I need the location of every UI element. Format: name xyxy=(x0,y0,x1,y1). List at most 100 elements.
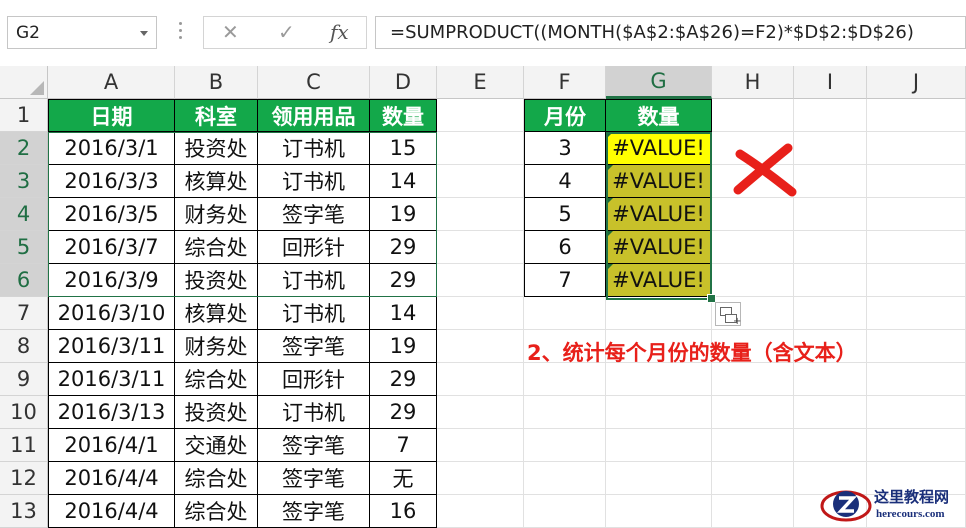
dept-cell[interactable]: 综合处 xyxy=(175,231,258,264)
empty-cell[interactable] xyxy=(794,363,867,396)
column-header-f[interactable]: F xyxy=(524,66,606,99)
date-cell[interactable]: 2016/3/11 xyxy=(48,330,175,363)
qty-cell[interactable]: 14 xyxy=(370,297,437,330)
table-header-item[interactable]: 领用用品 xyxy=(258,99,370,132)
empty-cell[interactable] xyxy=(712,363,794,396)
empty-cell[interactable] xyxy=(437,165,524,198)
empty-cell[interactable] xyxy=(867,264,966,297)
empty-cell[interactable] xyxy=(867,132,966,165)
empty-cell[interactable] xyxy=(794,396,867,429)
row-header-1[interactable]: 1 xyxy=(0,99,48,132)
date-cell[interactable]: 2016/3/7 xyxy=(48,231,175,264)
dept-cell[interactable]: 投资处 xyxy=(175,264,258,297)
table-header-qty[interactable]: 数量 xyxy=(370,99,437,132)
chevron-down-icon[interactable] xyxy=(140,31,148,36)
empty-cell[interactable] xyxy=(867,231,966,264)
empty-cell[interactable] xyxy=(867,330,966,363)
empty-cell[interactable] xyxy=(437,462,524,495)
item-cell[interactable]: 回形针 xyxy=(258,231,370,264)
summary-header-qty[interactable]: 数量 xyxy=(606,99,712,132)
empty-cell[interactable] xyxy=(437,363,524,396)
column-header-g[interactable]: G xyxy=(606,66,712,99)
qty-cell[interactable]: 29 xyxy=(370,231,437,264)
item-cell[interactable]: 订书机 xyxy=(258,132,370,165)
item-cell[interactable]: 签字笔 xyxy=(258,330,370,363)
item-cell[interactable]: 回形针 xyxy=(258,363,370,396)
column-header-j[interactable]: J xyxy=(867,66,966,99)
dept-cell[interactable]: 投资处 xyxy=(175,132,258,165)
empty-cell[interactable] xyxy=(606,495,712,528)
empty-cell[interactable] xyxy=(712,396,794,429)
empty-cell[interactable] xyxy=(867,429,966,462)
date-cell[interactable]: 2016/3/11 xyxy=(48,363,175,396)
month-cell[interactable]: 6 xyxy=(524,231,606,264)
table-header-dept[interactable]: 科室 xyxy=(175,99,258,132)
empty-cell[interactable] xyxy=(606,297,712,330)
empty-cell[interactable] xyxy=(794,264,867,297)
empty-cell[interactable] xyxy=(524,363,606,396)
dept-cell[interactable]: 综合处 xyxy=(175,363,258,396)
empty-cell[interactable] xyxy=(867,396,966,429)
column-header-c[interactable]: C xyxy=(258,66,370,99)
insert-function-icon[interactable]: fx xyxy=(330,20,349,44)
column-header-b[interactable]: B xyxy=(175,66,258,99)
qty-cell[interactable]: 29 xyxy=(370,363,437,396)
empty-cell[interactable] xyxy=(437,429,524,462)
item-cell[interactable]: 签字笔 xyxy=(258,495,370,528)
empty-cell[interactable] xyxy=(794,198,867,231)
empty-cell[interactable] xyxy=(867,297,966,330)
qty-cell[interactable]: 29 xyxy=(370,264,437,297)
result-cell-error[interactable]: #VALUE! xyxy=(606,231,712,264)
date-cell[interactable]: 2016/3/13 xyxy=(48,396,175,429)
month-cell[interactable]: 5 xyxy=(524,198,606,231)
formula-input[interactable]: =SUMPRODUCT((MONTH($A$2:$A$26)=F2)*$D$2:… xyxy=(375,16,966,49)
qty-cell[interactable]: 无 xyxy=(370,462,437,495)
empty-cell[interactable] xyxy=(867,99,966,132)
name-box[interactable]: G2 xyxy=(7,16,157,49)
row-header-12[interactable]: 12 xyxy=(0,462,48,495)
empty-cell[interactable] xyxy=(524,396,606,429)
dept-cell[interactable]: 核算处 xyxy=(175,165,258,198)
result-cell-error[interactable]: #VALUE! xyxy=(606,132,712,165)
empty-cell[interactable] xyxy=(437,495,524,528)
quick-analysis-icon[interactable]: + xyxy=(715,302,741,327)
empty-cell[interactable] xyxy=(437,396,524,429)
date-cell[interactable]: 2016/3/1 xyxy=(48,132,175,165)
row-header-5[interactable]: 5 xyxy=(0,231,48,264)
row-header-2[interactable]: 2 xyxy=(0,132,48,165)
dept-cell[interactable]: 财务处 xyxy=(175,198,258,231)
empty-cell[interactable] xyxy=(606,363,712,396)
empty-cell[interactable] xyxy=(712,99,794,132)
item-cell[interactable]: 订书机 xyxy=(258,297,370,330)
empty-cell[interactable] xyxy=(606,429,712,462)
row-header-7[interactable]: 7 xyxy=(0,297,48,330)
column-header-h[interactable]: H xyxy=(712,66,794,99)
dept-cell[interactable]: 综合处 xyxy=(175,462,258,495)
item-cell[interactable]: 签字笔 xyxy=(258,198,370,231)
row-header-13[interactable]: 13 xyxy=(0,495,48,528)
empty-cell[interactable] xyxy=(794,297,867,330)
row-header-3[interactable]: 3 xyxy=(0,165,48,198)
empty-cell[interactable] xyxy=(712,231,794,264)
date-cell[interactable]: 2016/4/1 xyxy=(48,429,175,462)
empty-cell[interactable] xyxy=(437,99,524,132)
dept-cell[interactable]: 核算处 xyxy=(175,297,258,330)
column-header-d[interactable]: D xyxy=(370,66,437,99)
row-header-4[interactable]: 4 xyxy=(0,198,48,231)
empty-cell[interactable] xyxy=(867,198,966,231)
empty-cell[interactable] xyxy=(794,165,867,198)
empty-cell[interactable] xyxy=(712,198,794,231)
empty-cell[interactable] xyxy=(437,330,524,363)
column-header-e[interactable]: E xyxy=(437,66,524,99)
empty-cell[interactable] xyxy=(437,198,524,231)
empty-cell[interactable] xyxy=(524,462,606,495)
empty-cell[interactable] xyxy=(712,264,794,297)
summary-header-month[interactable]: 月份 xyxy=(524,99,606,132)
item-cell[interactable]: 签字笔 xyxy=(258,462,370,495)
month-cell[interactable]: 4 xyxy=(524,165,606,198)
date-cell[interactable]: 2016/4/4 xyxy=(48,495,175,528)
date-cell[interactable]: 2016/3/5 xyxy=(48,198,175,231)
empty-cell[interactable] xyxy=(712,495,794,528)
empty-cell[interactable] xyxy=(437,264,524,297)
month-cell[interactable]: 7 xyxy=(524,264,606,297)
